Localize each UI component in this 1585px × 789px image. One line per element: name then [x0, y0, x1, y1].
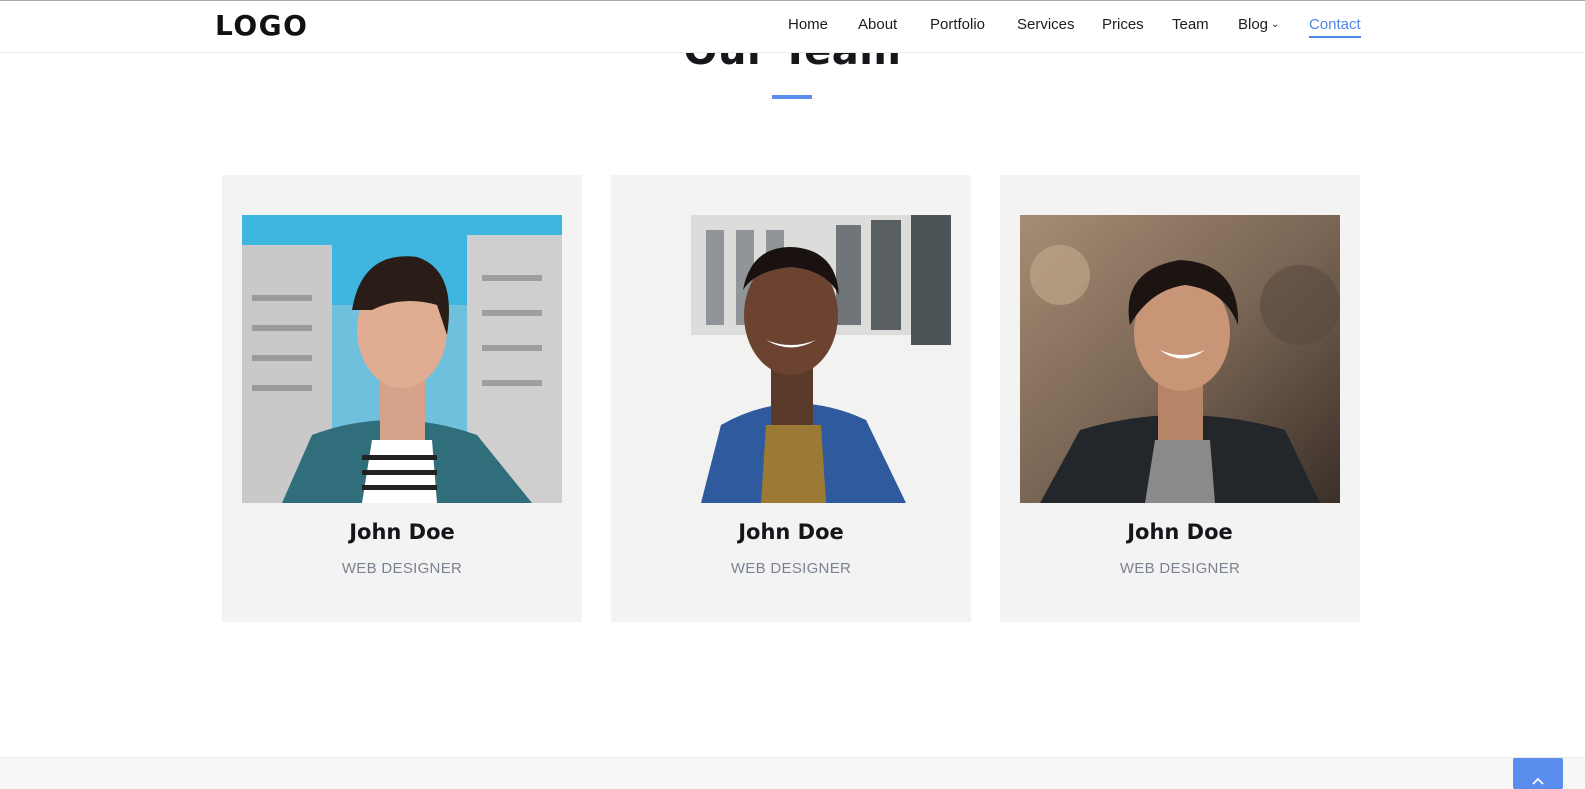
page: Our Team	[0, 0, 1585, 789]
nav-item-label: Contact	[1309, 16, 1361, 33]
team-card: John Doe WEB DESIGNER	[611, 175, 971, 622]
nav-item-contact[interactable]: Contact	[1309, 16, 1361, 38]
team-member-name: John Doe	[1127, 520, 1233, 544]
title-underline	[772, 95, 812, 99]
chevron-up-icon	[1532, 777, 1544, 785]
team-card: John Doe WEB DESIGNER	[222, 175, 582, 622]
team-member-photo	[631, 215, 951, 503]
team-card: John Doe WEB DESIGNER	[1000, 175, 1360, 622]
team-member-role: WEB DESIGNER	[730, 560, 852, 577]
scroll-to-top-button[interactable]	[1513, 758, 1563, 789]
team-member-role: WEB DESIGNER	[1119, 560, 1241, 577]
footer	[0, 757, 1585, 789]
team-member-name: John Doe	[738, 520, 844, 544]
site-header: LOGO Home About Portfolio Services Price…	[0, 0, 1585, 53]
nav-item-label: Blog	[1238, 16, 1269, 33]
nav-item-label: Home	[788, 16, 829, 33]
nav-item-portfolio[interactable]: Portfolio	[930, 16, 985, 33]
nav-item-home[interactable]: Home	[788, 16, 828, 33]
active-underline	[1309, 36, 1361, 38]
nav-item-label: Team	[1172, 16, 1209, 33]
main-nav: Home About Portfolio Services Prices Tea…	[0, 1, 1585, 53]
nav-item-team[interactable]: Team	[1172, 16, 1209, 33]
nav-item-label: Prices	[1102, 16, 1144, 33]
nav-item-label: About	[858, 16, 898, 33]
nav-item-about[interactable]: About	[858, 16, 897, 33]
nav-item-services[interactable]: Services	[1017, 16, 1075, 33]
team-member-role: WEB DESIGNER	[341, 560, 463, 577]
team-member-name: John Doe	[349, 520, 455, 544]
chevron-down-icon: ⌄	[1271, 19, 1280, 30]
nav-item-prices[interactable]: Prices	[1102, 16, 1144, 33]
nav-item-label: Services	[1017, 16, 1075, 33]
team-member-photo	[242, 215, 562, 503]
nav-item-blog[interactable]: Blog ⌄	[1238, 16, 1279, 33]
nav-item-label: Portfolio	[930, 16, 986, 33]
team-member-photo	[1020, 215, 1340, 503]
